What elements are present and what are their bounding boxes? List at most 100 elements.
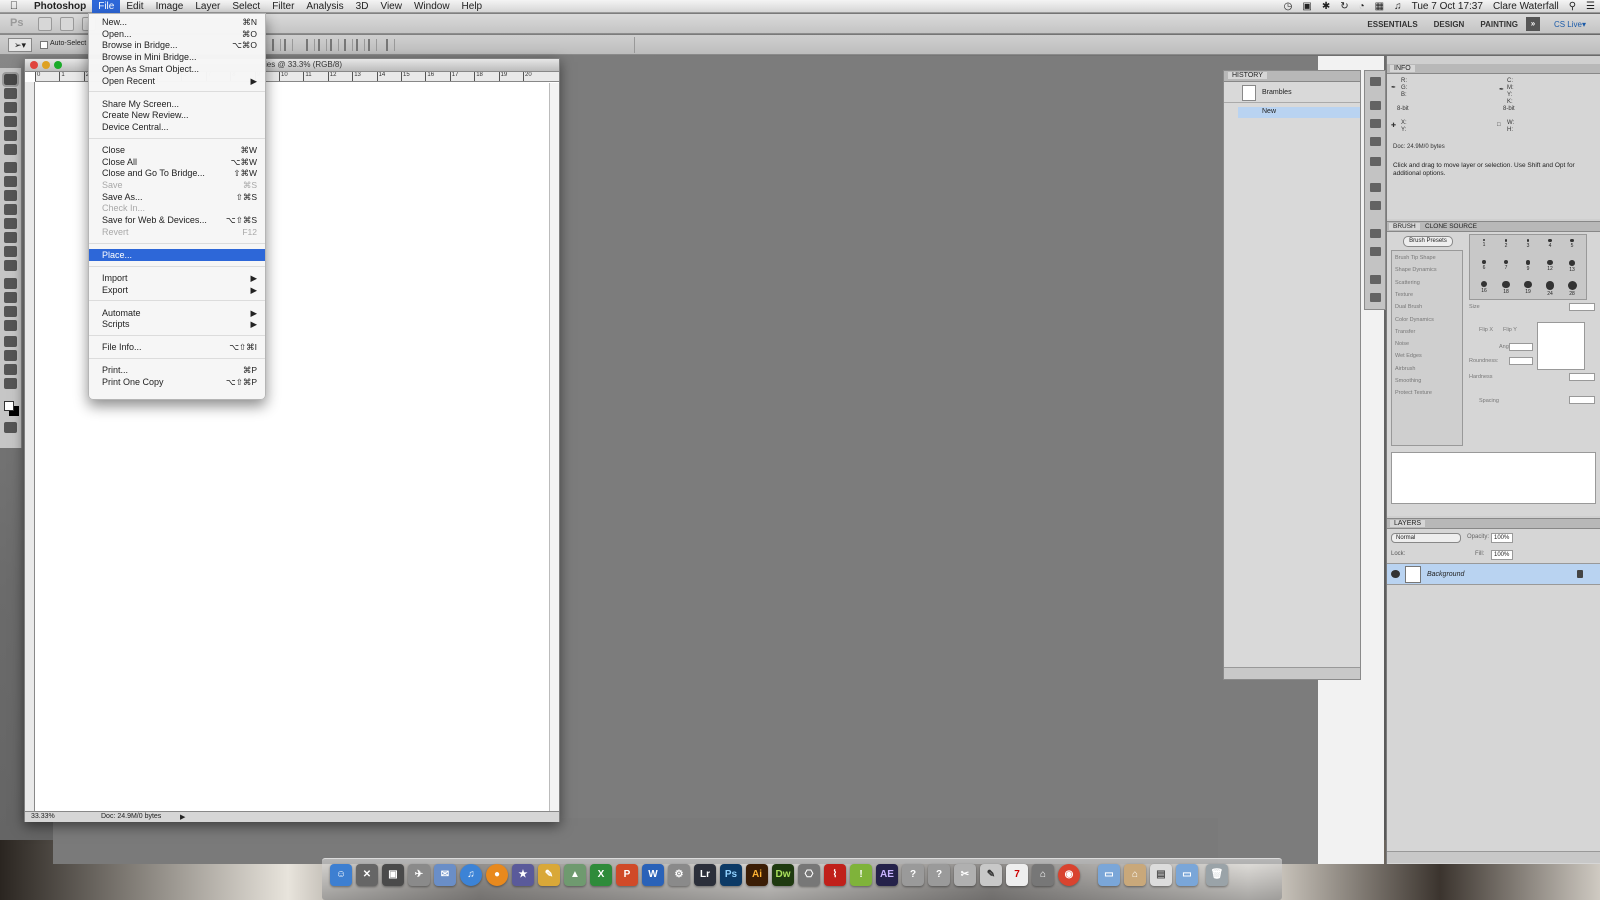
menu-layer[interactable]: Layer	[189, 0, 226, 13]
zoom-window-icon[interactable]	[54, 61, 62, 69]
dock-help-icon[interactable]: ?	[902, 864, 924, 886]
tab-clone-source[interactable]: CLONE SOURCE	[1421, 223, 1481, 230]
foreground-color-swatch[interactable]	[4, 401, 14, 411]
healing-brush-tool-icon[interactable]	[4, 162, 17, 173]
dock-mail-icon[interactable]: ✉	[434, 864, 456, 886]
history-brush-tool-icon[interactable]	[4, 204, 17, 215]
input-icon[interactable]: ▦	[1375, 0, 1384, 13]
menu-item-device-central[interactable]: Device Central...	[89, 121, 265, 133]
masks-icon[interactable]	[1370, 201, 1381, 210]
brush-option-protect-texture[interactable]: Protect Texture	[1395, 390, 1432, 396]
brush-tip[interactable]: 13	[1562, 258, 1582, 278]
move-tool-icon[interactable]	[2, 72, 19, 87]
volume-icon[interactable]: ♫	[1394, 0, 1402, 13]
dock-photo-booth-icon[interactable]: ▣	[382, 864, 404, 886]
spacing-label[interactable]: Spacing	[1479, 398, 1499, 404]
menu-item-save-for-web-devices[interactable]: Save for Web & Devices... ⌥⇧⌘S	[89, 214, 265, 226]
dock-after-effects-icon[interactable]: AE	[876, 864, 898, 886]
history-tab[interactable]: HISTORY	[1228, 72, 1267, 79]
menu-edit[interactable]: Edit	[120, 0, 149, 13]
brush-presets-button[interactable]: Brush Presets	[1403, 236, 1453, 247]
menu-item-save-as[interactable]: Save As... ⇧⌘S	[89, 191, 265, 203]
eraser-tool-icon[interactable]	[4, 218, 17, 229]
dock-preview-icon[interactable]: ▲	[564, 864, 586, 886]
brush-option-brush-tip-shape[interactable]: Brush Tip Shape	[1395, 255, 1436, 261]
paragraph-icon[interactable]	[1370, 247, 1381, 256]
distribute-bottom-icon[interactable]	[330, 39, 339, 51]
status-menu-arrow-icon[interactable]: ▶	[180, 813, 185, 821]
distribute-hcenter-icon[interactable]	[356, 39, 365, 51]
dock-firefox-icon[interactable]: ●	[486, 864, 508, 886]
dock-photos-icon[interactable]: ⚙	[668, 864, 690, 886]
menu-window[interactable]: Window	[408, 0, 456, 13]
dock-downloads-folder-icon[interactable]: ▭	[1176, 864, 1198, 886]
angle-field[interactable]	[1509, 343, 1533, 351]
dock-documents-icon[interactable]: ▤	[1150, 864, 1172, 886]
brush-tip[interactable]: 28	[1562, 279, 1582, 299]
brush-tip[interactable]: 12	[1540, 258, 1560, 278]
align-hcenter-icon[interactable]	[284, 39, 293, 51]
menu-item-share-my-screen[interactable]: Share My Screen...	[89, 98, 265, 110]
layer-name[interactable]: Background	[1427, 571, 1464, 578]
histogram-icon[interactable]	[1370, 119, 1381, 128]
zoom-level[interactable]: 33.33%	[31, 813, 55, 820]
notification-icon[interactable]: ☰	[1586, 0, 1595, 13]
menu-filter[interactable]: Filter	[266, 0, 300, 13]
info-tab[interactable]: INFO	[1390, 65, 1415, 72]
menu-item-create-new-review[interactable]: Create New Review...	[89, 109, 265, 121]
apple-icon[interactable]: 	[0, 0, 28, 12]
swatches-icon[interactable]	[1370, 137, 1381, 146]
dock-finder-icon[interactable]: ☺	[330, 864, 352, 886]
blur-tool-icon[interactable]	[4, 246, 17, 257]
brush-tip-grid[interactable]: 1 2 3 4 5 6 7 9 12 13 16 18 19 24 28	[1469, 234, 1587, 300]
menu-item-automate[interactable]: Automate ▶	[89, 307, 265, 319]
dock-textedit-icon[interactable]: ✎	[980, 864, 1002, 886]
dock-chrome-icon[interactable]: ◉	[1058, 864, 1080, 886]
brush-angle-preview[interactable]	[1537, 322, 1585, 370]
dock-screenshot-icon[interactable]: ⎔	[798, 864, 820, 886]
actions-icon[interactable]	[1370, 101, 1381, 110]
brush-option-color-dynamics[interactable]: Color Dynamics	[1395, 317, 1434, 323]
menu-view[interactable]: View	[374, 0, 408, 13]
close-window-icon[interactable]	[30, 61, 38, 69]
vertical-ruler[interactable]	[25, 82, 35, 812]
menu-item-place[interactable]: Place...	[89, 248, 265, 261]
clock[interactable]: Tue 7 Oct 17:37	[1412, 0, 1483, 13]
quick-selection-tool-icon[interactable]	[4, 116, 17, 127]
dock-pages-icon[interactable]: ✎	[538, 864, 560, 886]
brush-option-texture[interactable]: Texture	[1395, 292, 1413, 298]
hardness-field[interactable]	[1569, 373, 1595, 381]
brush-presets-icon[interactable]	[1370, 293, 1381, 302]
brush-tip[interactable]: 7	[1496, 258, 1516, 278]
brush-option-transfer[interactable]: Transfer	[1395, 329, 1415, 335]
auto-select-checkbox[interactable]	[40, 41, 48, 49]
navigator-icon[interactable]	[1370, 77, 1381, 86]
time-machine-icon[interactable]: ◷	[1284, 0, 1293, 13]
menu-image[interactable]: Image	[150, 0, 190, 13]
quick-mask-icon[interactable]	[4, 422, 17, 433]
dock-launchpad-icon[interactable]: ✈	[408, 864, 430, 886]
dock-illustrator-icon[interactable]: Ai	[746, 864, 768, 886]
mini-bridge-icon[interactable]	[60, 17, 74, 31]
brush-option-airbrush[interactable]: Airbrush	[1395, 366, 1415, 372]
menu-select[interactable]: Select	[226, 0, 266, 13]
distribute-right-icon[interactable]	[368, 39, 377, 51]
menu-item-open-as-smart-object[interactable]: Open As Smart Object...	[89, 63, 265, 75]
menu-item-scripts[interactable]: Scripts ▶	[89, 318, 265, 330]
fill-field[interactable]: 100%	[1491, 550, 1513, 560]
dock-word-icon[interactable]: W	[642, 864, 664, 886]
character-icon[interactable]	[1370, 229, 1381, 238]
zoom-tool-icon[interactable]	[4, 378, 17, 389]
history-snapshot[interactable]: Brambles	[1224, 83, 1360, 103]
dock-dreamweaver-icon[interactable]: Dw	[772, 864, 794, 886]
distribute-left-icon[interactable]	[344, 39, 353, 51]
brush-tip[interactable]: 5	[1562, 237, 1582, 257]
distribute-vcenter-icon[interactable]	[318, 39, 327, 51]
menu-item-export[interactable]: Export ▶	[89, 284, 265, 296]
cs-live-button[interactable]: CS Live▾	[1546, 20, 1600, 29]
dock-powerpoint-icon[interactable]: P	[616, 864, 638, 886]
launch-bridge-icon[interactable]	[38, 17, 52, 31]
adjustments-icon[interactable]	[1370, 183, 1381, 192]
spotlight-icon[interactable]: ⚲	[1569, 0, 1576, 13]
dock-applications-folder-icon[interactable]: ▭	[1098, 864, 1120, 886]
